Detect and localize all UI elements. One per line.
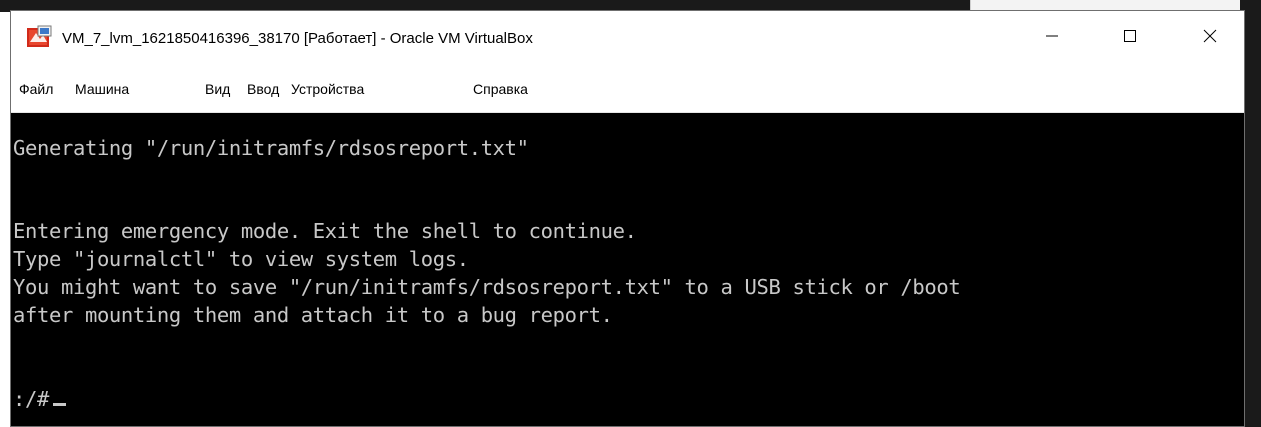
minimize-button[interactable] — [1023, 11, 1081, 66]
shell-prompt-line: :/# — [13, 386, 66, 412]
shell-prompt: :/# — [13, 387, 49, 411]
virtualbox-window: VM_7_lvm_1621850416396_38170 [Работает] … — [10, 10, 1245, 427]
maximize-icon — [1123, 29, 1137, 48]
vm-console[interactable]: Generating "/run/initramfs/rdsosreport.t… — [11, 113, 1244, 426]
menu-machine[interactable]: Машина — [75, 66, 129, 112]
menu-help[interactable]: Справка — [473, 66, 528, 112]
close-icon — [1203, 29, 1217, 48]
console-line: Generating "/run/initramfs/rdsosreport.t… — [13, 136, 529, 160]
console-line: Type "journalctl" to view system logs. — [13, 247, 469, 271]
text-cursor — [52, 403, 66, 406]
menu-devices[interactable]: Устройства — [291, 66, 364, 112]
window-title: VM_7_lvm_1621850416396_38170 [Работает] … — [62, 30, 533, 47]
menu-file[interactable]: Файл — [19, 66, 53, 112]
close-button[interactable] — [1181, 11, 1239, 66]
menu-view[interactable]: Вид — [205, 66, 230, 112]
title-bar[interactable]: VM_7_lvm_1621850416396_38170 [Работает] … — [11, 11, 1244, 66]
maximize-button[interactable] — [1101, 11, 1159, 66]
menu-input[interactable]: Ввод — [247, 66, 279, 112]
menu-bar: Файл Машина Вид Ввод Устройства Справка — [11, 66, 1244, 113]
console-line: Entering emergency mode. Exit the shell … — [13, 219, 637, 243]
virtualbox-icon — [26, 25, 52, 49]
minimize-icon — [1045, 29, 1059, 48]
console-line: You might want to save "/run/initramfs/r… — [13, 275, 961, 299]
console-line: after mounting them and attach it to a b… — [13, 303, 613, 327]
screen: VM_7_lvm_1621850416396_38170 [Работает] … — [0, 0, 1261, 427]
